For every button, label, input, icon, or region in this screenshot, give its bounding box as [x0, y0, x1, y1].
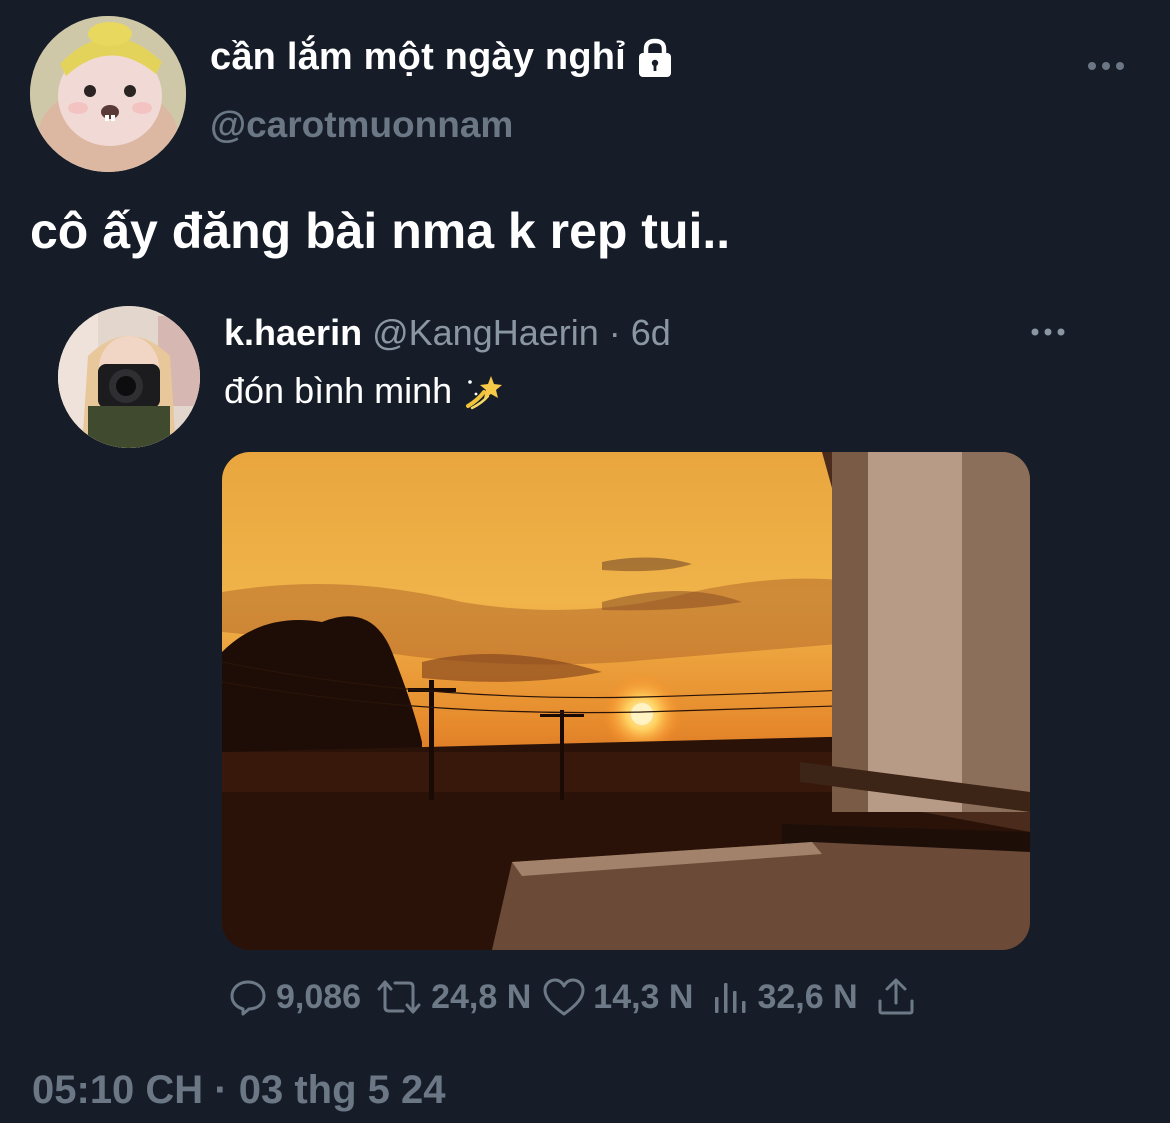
- reply-button[interactable]: 9,086: [226, 975, 361, 1019]
- share-button[interactable]: [874, 975, 918, 1019]
- sunset-photo[interactable]: [222, 452, 1030, 950]
- quoted-avatar[interactable]: [58, 306, 200, 448]
- action-bar: 9,086 24,8 N 14,3 N 32,6 N: [226, 974, 918, 1020]
- tweet-page: cần lắm một ngày nghỉ @carotmuonnam cô ấ…: [0, 0, 1170, 1123]
- quoted-text-content: đón bình minh: [224, 370, 453, 411]
- display-name-text: cần lắm một ngày nghỉ: [210, 36, 626, 78]
- heart-icon: [543, 978, 585, 1016]
- handle[interactable]: @carotmuonnam: [210, 104, 513, 146]
- quoted-handle[interactable]: @KangHaerin: [372, 312, 599, 353]
- views-button[interactable]: 32,6 N: [711, 975, 858, 1019]
- like-count: 14,3 N: [593, 977, 694, 1016]
- retweet-icon: [377, 980, 421, 1014]
- views-icon: [715, 983, 746, 1013]
- tweet-text: cô ấy đăng bài nma k rep tui..: [30, 203, 731, 259]
- quoted-header: k.haerin @KangHaerin · 6d: [224, 312, 671, 354]
- dizzy-star-icon: [462, 370, 504, 412]
- more-dots-icon[interactable]: [1084, 48, 1128, 84]
- quoted-text: đón bình minh: [224, 370, 504, 412]
- reply-count: 9,086: [276, 977, 362, 1016]
- quoted-time[interactable]: 6d: [631, 312, 671, 353]
- retweet-button[interactable]: 24,8 N: [373, 975, 531, 1019]
- like-button[interactable]: 14,3 N: [541, 975, 693, 1019]
- timestamp[interactable]: 05:10 CH · 03 thg 5 24: [32, 1068, 446, 1113]
- retweet-count: 24,8 N: [431, 977, 532, 1016]
- reply-icon: [230, 980, 266, 1016]
- lock-icon: [634, 38, 676, 78]
- separator-dot: ·: [608, 312, 621, 353]
- quoted-display-name[interactable]: k.haerin: [224, 312, 362, 353]
- quoted-more-dots-icon[interactable]: [1028, 316, 1068, 348]
- avatar[interactable]: [30, 16, 186, 172]
- views-count: 32,6 N: [757, 977, 858, 1016]
- share-icon: [878, 978, 914, 1015]
- display-name[interactable]: cần lắm một ngày nghỉ: [210, 36, 676, 79]
